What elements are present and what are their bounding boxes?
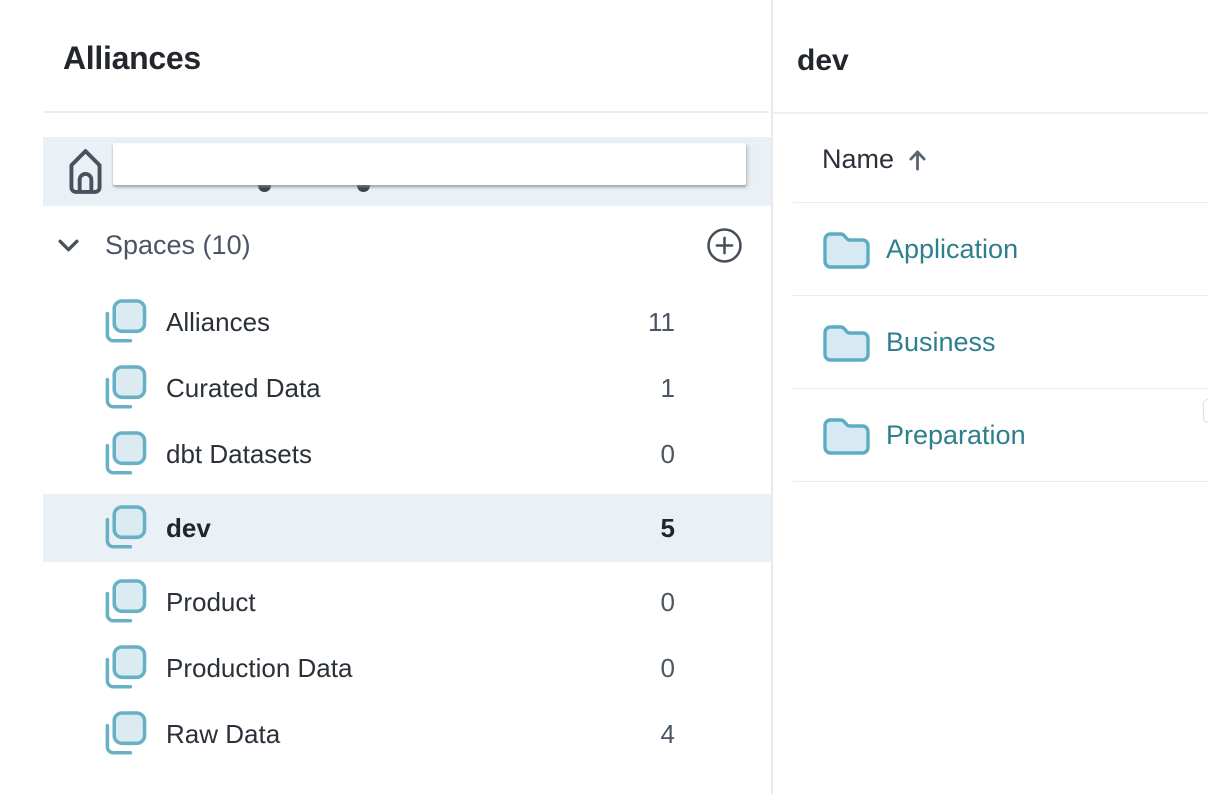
sort-ascending-icon xyxy=(908,149,927,171)
space-list: Alliances 11 Curated Data 1 xyxy=(43,289,772,767)
space-row[interactable]: Production Data 0 xyxy=(43,635,772,701)
space-row[interactable]: Alliances 11 xyxy=(43,289,772,355)
space-row[interactable]: dev 5 xyxy=(43,494,772,562)
space-count: 0 xyxy=(661,587,675,618)
space-label: Raw Data xyxy=(166,719,280,750)
app-window: Alliances Spaces (10) xyxy=(0,0,1208,794)
folder-list: Application Business xyxy=(793,202,1208,482)
space-row[interactable]: Raw Data 4 xyxy=(43,701,772,767)
space-icon xyxy=(102,644,147,693)
space-icon xyxy=(102,430,147,479)
space-icon xyxy=(102,710,147,759)
space-count: 0 xyxy=(661,653,675,684)
space-row[interactable]: dbt Datasets 0 xyxy=(43,421,772,487)
folder-link[interactable]: Preparation xyxy=(886,420,1026,451)
folder-row[interactable]: Preparation xyxy=(793,389,1208,482)
page-title: dev xyxy=(797,44,849,78)
space-label: dev xyxy=(166,513,211,544)
folder-row[interactable]: Business xyxy=(793,296,1208,389)
add-space-button[interactable] xyxy=(705,226,743,264)
chevron-down-icon[interactable] xyxy=(58,239,79,252)
space-count: 5 xyxy=(661,513,675,544)
main-header-divider xyxy=(773,112,1208,114)
spaces-section-label: Spaces (10) xyxy=(105,230,251,261)
space-icon xyxy=(102,364,147,413)
plus-circle-icon xyxy=(706,227,743,264)
redacted-label xyxy=(113,143,746,185)
column-header-name[interactable]: Name xyxy=(822,144,927,175)
space-label: Product xyxy=(166,587,256,618)
home-item[interactable] xyxy=(43,137,772,206)
folder-link[interactable]: Business xyxy=(886,327,996,358)
space-count: 4 xyxy=(661,719,675,750)
folder-row[interactable]: Application xyxy=(793,203,1208,296)
space-label: Curated Data xyxy=(166,373,321,404)
folder-link[interactable]: Application xyxy=(886,234,1018,265)
space-count: 11 xyxy=(648,307,675,338)
clipped-button xyxy=(1203,399,1208,423)
space-count: 0 xyxy=(661,439,675,470)
sidebar-divider xyxy=(43,111,769,113)
space-label: dbt Datasets xyxy=(166,439,312,470)
space-icon xyxy=(102,504,147,553)
sidebar-title: Alliances xyxy=(63,40,201,77)
sidebar: Alliances Spaces (10) xyxy=(0,0,772,794)
spaces-section-header[interactable]: Spaces (10) xyxy=(43,222,772,268)
folder-icon xyxy=(823,230,870,269)
space-count: 1 xyxy=(661,373,675,404)
space-label: Alliances xyxy=(166,307,270,338)
space-row[interactable]: Curated Data 1 xyxy=(43,355,772,421)
name-column-label: Name xyxy=(822,144,894,175)
space-icon xyxy=(102,298,147,347)
folder-icon xyxy=(823,323,870,362)
space-label: Production Data xyxy=(166,653,352,684)
home-icon xyxy=(69,148,102,200)
main-panel: dev Name Application xyxy=(773,0,1208,794)
folder-icon xyxy=(823,416,870,455)
space-row[interactable]: Product 0 xyxy=(43,569,772,635)
space-icon xyxy=(102,578,147,627)
